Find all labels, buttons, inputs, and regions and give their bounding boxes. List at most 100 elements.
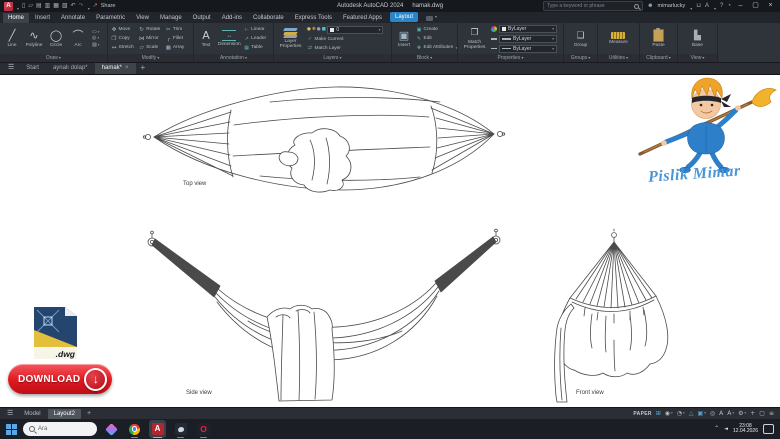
layer-freeze-icon[interactable]: ❋: [312, 27, 316, 32]
modify-tool-button[interactable]: ↔ Stretch: [111, 43, 134, 52]
modify-tool-button[interactable]: ╭ Fillet: [165, 34, 184, 43]
dimension-tool-button[interactable]: ↔ Dimension: [218, 30, 241, 47]
paper-space-label[interactable]: PAPER: [633, 411, 651, 417]
draw-panel-label[interactable]: Draw: [0, 54, 107, 62]
annotation-visibility-icon[interactable]: A: [727, 411, 734, 417]
tray-clock[interactable]: 23:08 12.04.2026: [733, 424, 758, 435]
opera-icon[interactable]: O: [195, 420, 212, 438]
help-search-input[interactable]: Type a keyword or phrase: [543, 1, 643, 11]
file-tab[interactable]: hamak* ×: [95, 62, 136, 74]
redo-icon[interactable]: ↷: [79, 3, 84, 9]
new-drawing-button[interactable]: +: [136, 62, 151, 74]
file-tab[interactable]: aynalı dolap* ×: [46, 62, 95, 74]
new-layout-button[interactable]: +: [83, 410, 95, 417]
view-panel-label[interactable]: View: [678, 54, 717, 62]
layers-panel-label[interactable]: Layers: [274, 54, 391, 62]
block-tool-button[interactable]: ✎ Edit: [416, 35, 457, 43]
isodraft-icon[interactable]: △: [689, 411, 694, 417]
app-store-icon[interactable]: ⊔: [696, 3, 701, 9]
ribbon-tab[interactable]: Manage: [155, 13, 187, 23]
block-tool-button[interactable]: ▣ Create: [416, 26, 457, 34]
layer-lock-icon[interactable]: ●: [317, 27, 321, 32]
undo-icon[interactable]: ↶: [71, 3, 76, 9]
ribbon-tab[interactable]: Output: [188, 13, 216, 23]
property-swatch-icon[interactable]: [491, 38, 497, 40]
annotation-tool-button[interactable]: ▦ Table: [244, 44, 266, 52]
layer-properties-button[interactable]: Layer Properties: [277, 28, 304, 49]
save-icon[interactable]: ▤: [36, 3, 42, 9]
volume-icon[interactable]: ◄: [724, 427, 728, 432]
ribbon-tab[interactable]: Featured Apps: [338, 13, 387, 23]
user-menu-caret-icon[interactable]: [689, 0, 692, 15]
modify-tool-button[interactable]: ▦ Array: [165, 43, 184, 52]
base-view-button[interactable]: ▙ Base: [689, 30, 707, 48]
file-tab-menu-icon[interactable]: ☰: [3, 62, 19, 74]
ribbon-tab[interactable]: Express Tools: [290, 13, 337, 23]
tray-add-icon[interactable]: +: [750, 411, 755, 417]
layout-tab[interactable]: Layout2: [48, 409, 81, 419]
modify-tool-button[interactable]: ⋈ Mirror: [139, 34, 161, 43]
annotation-tool-button[interactable]: ↗ Leader: [244, 35, 266, 43]
signed-in-user[interactable]: mimarlucky: [657, 3, 685, 9]
layer-dropdown[interactable]: 0: [327, 26, 383, 34]
layout-tab[interactable]: Model: [18, 409, 46, 419]
open-folder-icon[interactable]: ▱: [28, 3, 33, 9]
app-menu-caret-icon[interactable]: [16, 0, 19, 15]
properties-panel-label[interactable]: Properties: [458, 54, 563, 62]
layer-color-icon[interactable]: ■: [322, 27, 326, 32]
close-button[interactable]: ×: [765, 0, 776, 12]
ribbon-tab[interactable]: Insert: [30, 13, 55, 23]
ellipse-tool-icon[interactable]: ◎: [92, 36, 100, 41]
ribbon-tab[interactable]: Layout: [390, 12, 418, 22]
draw-tool-button[interactable]: ◯ Circle: [47, 30, 65, 48]
grid-icon[interactable]: ⊞: [656, 411, 661, 417]
utilities-panel-label[interactable]: Utilities: [598, 54, 639, 62]
groups-panel-label[interactable]: Groups: [564, 54, 597, 62]
draw-tool-button[interactable]: ⌒ Arc: [69, 30, 87, 48]
property-swatch-icon[interactable]: [491, 48, 497, 49]
layer-action-button[interactable]: ⇄ Match Layer: [307, 44, 383, 52]
measure-button[interactable]: Measure: [609, 32, 628, 45]
layer-action-button[interactable]: ✓ Make Current: [307, 35, 383, 43]
insert-block-button[interactable]: ▣ Insert: [395, 30, 413, 48]
share-label[interactable]: Share: [101, 3, 116, 9]
user-icon[interactable]: ☻: [647, 3, 653, 9]
draw-tool-button[interactable]: ∿ Polyline: [25, 30, 43, 48]
ribbon-tab[interactable]: Parametric: [91, 13, 130, 23]
modify-tool-button[interactable]: ✥ Move: [111, 25, 134, 34]
print-icon[interactable]: ▧: [62, 3, 68, 9]
clipboard-panel-label[interactable]: Clipboard: [640, 54, 677, 62]
minimize-button[interactable]: –: [735, 0, 746, 12]
modify-panel-label[interactable]: Modify: [108, 54, 193, 62]
rectangle-tool-icon[interactable]: ▭: [92, 30, 100, 35]
apps-caret-icon[interactable]: [713, 0, 716, 15]
autocad-icon[interactable]: A: [149, 420, 166, 438]
workspace-icon[interactable]: ⚙: [738, 411, 746, 417]
start-button-icon[interactable]: [6, 424, 17, 435]
help-icon[interactable]: ?: [720, 3, 723, 9]
clean-screen-icon[interactable]: ▢: [759, 411, 765, 417]
autocad-logo-icon[interactable]: A: [4, 2, 13, 11]
object-snap-icon[interactable]: ▣: [697, 411, 705, 417]
block-panel-label[interactable]: Block: [392, 54, 457, 62]
block-tool-button[interactable]: ❖ Edit Attributes: [416, 44, 457, 52]
close-icon[interactable]: ×: [125, 65, 129, 71]
paste-button[interactable]: Paste: [650, 29, 668, 48]
new-file-icon[interactable]: ▯: [22, 3, 25, 9]
draw-tool-button[interactable]: ╱ Line: [3, 30, 21, 48]
group-button[interactable]: ❏ Group: [572, 30, 590, 48]
notifications-icon[interactable]: ◔: [727, 3, 731, 9]
ribbon-tab[interactable]: Annotate: [56, 13, 90, 23]
annotation-panel-label[interactable]: Annotation: [194, 54, 273, 62]
file-tab[interactable]: Start ×: [19, 62, 46, 74]
taskbar-search-input[interactable]: Ara: [23, 422, 97, 436]
share-icon[interactable]: ↗: [93, 3, 98, 9]
modify-tool-button[interactable]: ↻ Rotate: [139, 25, 161, 34]
property-swatch-icon[interactable]: [491, 26, 497, 32]
ribbon-tab[interactable]: Add-ins: [217, 13, 247, 23]
hatch-tool-icon[interactable]: ▨: [92, 43, 100, 48]
app-icon[interactable]: [172, 420, 189, 438]
notification-center-icon[interactable]: [763, 424, 774, 434]
isolate-objects-icon[interactable]: ◎: [710, 411, 715, 417]
property-dropdown[interactable]: ByLayer: [499, 35, 557, 43]
